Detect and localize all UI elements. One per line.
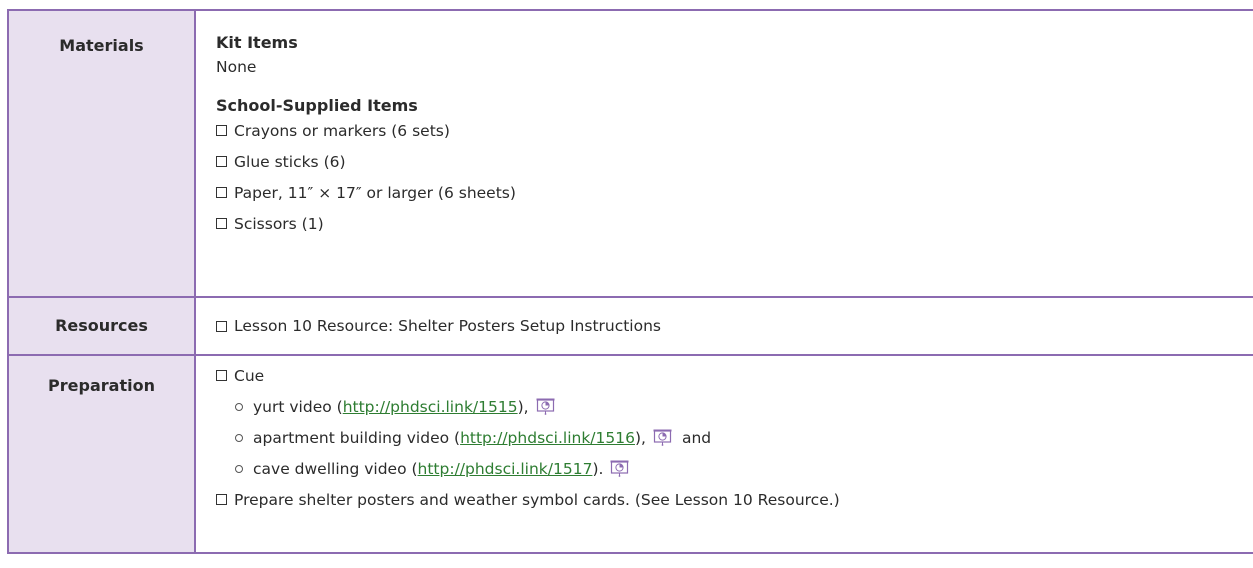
- video-item: apartment building video (http://phdsci.…: [216, 422, 1253, 453]
- school-items-heading: School-Supplied Items: [216, 96, 418, 115]
- materials-row: Materials Kit Items None School-Supplied…: [7, 9, 1253, 296]
- list-item: Lesson 10 Resource: Shelter Posters Setu…: [216, 298, 1253, 354]
- checkbox-icon[interactable]: [216, 187, 227, 198]
- video-link[interactable]: http://phdsci.link/1516: [460, 429, 635, 447]
- list-item: Paper, 11″ × 17″ or larger (6 sheets): [216, 177, 1253, 208]
- materials-table: Materials Kit Items None School-Supplied…: [7, 9, 1253, 554]
- preparation-row: Preparation Cue yurt video (http://phdsc…: [7, 354, 1253, 554]
- checkbox-icon[interactable]: [216, 370, 227, 381]
- list-item: Scissors (1): [216, 208, 1253, 239]
- resources-row: Resources Lesson 10 Resource: Shelter Po…: [7, 296, 1253, 354]
- video-link[interactable]: http://phdsci.link/1517: [418, 460, 593, 478]
- preparation-header: Preparation: [7, 356, 196, 552]
- list-item: Cue: [216, 360, 1253, 391]
- list-item: Prepare shelter posters and weather symb…: [216, 484, 1253, 515]
- list-item: Crayons or markers (6 sets): [216, 115, 1253, 146]
- video-timer-icon[interactable]: [610, 460, 629, 477]
- checkbox-icon[interactable]: [216, 218, 227, 229]
- kit-items-value: None: [216, 58, 257, 76]
- video-item: cave dwelling video (http://phdsci.link/…: [216, 453, 1253, 484]
- checkbox-icon[interactable]: [216, 320, 227, 332]
- bullet-icon: [235, 464, 243, 473]
- materials-header: Materials: [7, 11, 196, 296]
- resources-content: Lesson 10 Resource: Shelter Posters Setu…: [196, 298, 1253, 354]
- checkbox-icon[interactable]: [216, 156, 227, 167]
- video-item: yurt video (http://phdsci.link/1515),: [216, 391, 1253, 422]
- video-timer-icon[interactable]: [653, 429, 672, 446]
- resources-header: Resources: [7, 298, 196, 354]
- list-item: Glue sticks (6): [216, 146, 1253, 177]
- bullet-icon: [235, 433, 243, 442]
- video-timer-icon[interactable]: [536, 398, 555, 415]
- bullet-icon: [235, 402, 243, 411]
- preparation-content: Cue yurt video (http://phdsci.link/1515)…: [196, 356, 1253, 552]
- kit-items-heading: Kit Items: [216, 33, 298, 52]
- video-link[interactable]: http://phdsci.link/1515: [343, 398, 518, 416]
- checkbox-icon[interactable]: [216, 494, 227, 505]
- materials-content: Kit Items None School-Supplied Items Cra…: [196, 11, 1253, 296]
- checkbox-icon[interactable]: [216, 125, 227, 136]
